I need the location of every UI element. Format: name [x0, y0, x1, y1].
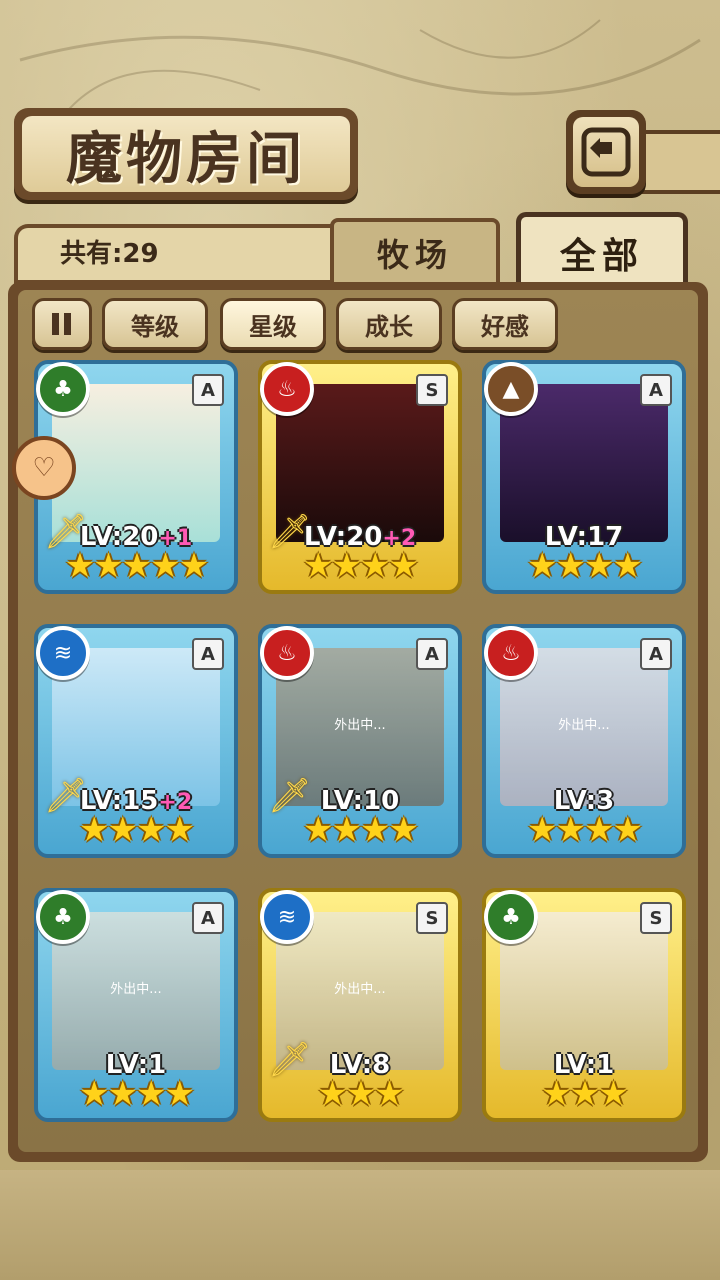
star-rating: ★★★★: [527, 810, 643, 850]
monster-card[interactable]: ♨ A 🗡 外出中... LV:10 ★★★★: [258, 624, 462, 858]
away-status: 外出中...: [334, 718, 386, 733]
star-rating: ★★★★: [79, 1074, 195, 1114]
back-arrow-icon: [581, 127, 631, 177]
favorite-icon: ♡: [12, 436, 76, 500]
wood-element-icon: ♣: [484, 890, 538, 944]
tab-ranch[interactable]: 牧场: [330, 218, 500, 284]
grade-badge: A: [192, 638, 224, 670]
grade-badge: A: [192, 902, 224, 934]
grade-badge: A: [192, 374, 224, 406]
grade-badge: S: [416, 902, 448, 934]
grade-badge: A: [640, 638, 672, 670]
page-title: 魔物房间: [66, 125, 306, 192]
star-rating: ★★★★: [79, 810, 195, 850]
grade-badge: S: [416, 374, 448, 406]
pause-icon: [52, 313, 71, 335]
water-element-icon: ≋: [36, 626, 90, 680]
monster-card[interactable]: ▲ A LV:17 ★★★★: [482, 360, 686, 594]
star-rating: ★★★★★: [64, 546, 209, 586]
grade-badge: A: [416, 638, 448, 670]
wood-element-icon: ♣: [36, 362, 90, 416]
grade-badge: A: [640, 374, 672, 406]
away-status: 外出中...: [334, 982, 386, 997]
monster-card[interactable]: ≋ S 🗡 外出中... LV:8 ★★★: [258, 888, 462, 1122]
water-element-icon: ≋: [260, 890, 314, 944]
away-status: 外出中...: [110, 982, 162, 997]
monster-card[interactable]: ≋ A 🗡 LV:15+2 ★★★★: [34, 624, 238, 858]
fire-element-icon: ♨: [260, 362, 314, 416]
fire-element-icon: ♨: [260, 626, 314, 680]
bottom-strip: [0, 1170, 720, 1280]
star-rating: ★★★: [317, 1074, 404, 1114]
grade-badge: S: [640, 902, 672, 934]
tab-all[interactable]: 全部: [516, 212, 688, 289]
toggle-button[interactable]: [32, 298, 92, 350]
filter-growth[interactable]: 成长: [336, 298, 442, 350]
star-rating: ★★★★: [527, 546, 643, 586]
wood-element-icon: ♣: [36, 890, 90, 944]
monster-card[interactable]: ♨ S 🗡 LV:20+2 ★★★★: [258, 360, 462, 594]
title-plate: 魔物房间: [14, 108, 358, 200]
monster-count: 共有:29: [60, 239, 159, 269]
away-status: 外出中...: [558, 718, 610, 733]
filter-star[interactable]: 星级: [220, 298, 326, 350]
back-button[interactable]: [566, 110, 646, 194]
star-rating: ★★★★: [303, 546, 419, 586]
earth-element-icon: ▲: [484, 362, 538, 416]
monster-card[interactable]: ♣ S LV:1 ★★★: [482, 888, 686, 1122]
filter-level[interactable]: 等级: [102, 298, 208, 350]
monster-card[interactable]: ♣ A 外出中... LV:1 ★★★★: [34, 888, 238, 1122]
filter-affection[interactable]: 好感: [452, 298, 558, 350]
star-rating: ★★★★: [303, 810, 419, 850]
header-rail: [640, 130, 720, 194]
monster-card[interactable]: ♨ A 外出中... LV:3 ★★★★: [482, 624, 686, 858]
fire-element-icon: ♨: [484, 626, 538, 680]
star-rating: ★★★: [541, 1074, 628, 1114]
